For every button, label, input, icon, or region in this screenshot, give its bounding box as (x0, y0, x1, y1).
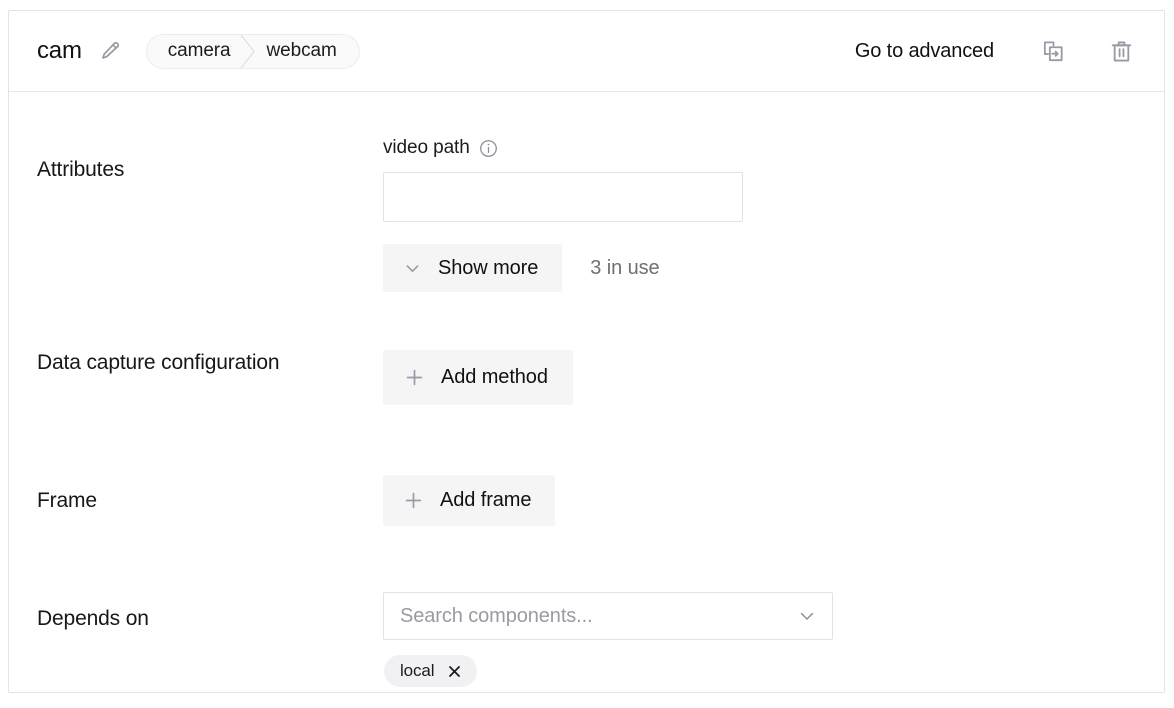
go-to-advanced-button[interactable]: Go to advanced (855, 40, 994, 63)
card-header: cam camera webcam Go to advanced (9, 11, 1164, 92)
trash-icon (1109, 39, 1134, 64)
attributes-content: video path Show more 3 in use (383, 137, 1136, 292)
chip-label: local (400, 661, 435, 680)
info-icon[interactable] (479, 139, 498, 158)
add-frame-button[interactable]: Add frame (383, 475, 556, 526)
in-use-count: 3 in use (590, 256, 660, 279)
video-path-input[interactable] (383, 172, 743, 222)
section-frame: Frame Add frame (9, 475, 1164, 526)
breadcrumb-separator-icon (237, 34, 259, 68)
list-item: local (384, 655, 478, 687)
section-label-depends-on: Depends on (37, 607, 149, 630)
video-path-label: video path (383, 137, 470, 158)
component-config-card: cam camera webcam Go to advanced Attribu… (8, 10, 1165, 693)
plus-icon (403, 490, 424, 511)
section-depends-on: Depends on Search components... local (9, 592, 1164, 687)
duplicate-icon (1041, 39, 1066, 64)
section-label-attributes: Attributes (37, 158, 125, 181)
data-capture-content: Add method (383, 346, 1136, 405)
section-label-frame: Frame (37, 489, 97, 512)
chevron-down-icon (797, 606, 817, 626)
section-data-capture: Data capture configuration Add method (9, 346, 1164, 405)
show-more-label: Show more (438, 256, 539, 279)
depends-on-content: Search components... local (383, 592, 1136, 687)
breadcrumb[interactable]: camera webcam (145, 33, 360, 69)
frame-content: Add frame (383, 475, 1136, 526)
close-icon (447, 664, 462, 679)
page-title: cam (37, 37, 82, 64)
add-frame-label: Add frame (440, 489, 532, 511)
chip-remove-button[interactable] (447, 664, 462, 679)
delete-button[interactable] (1100, 30, 1142, 72)
chevron-down-icon (403, 259, 422, 278)
duplicate-button[interactable] (1032, 30, 1074, 72)
search-components-placeholder: Search components... (400, 604, 593, 627)
plus-icon (404, 367, 425, 388)
card-body: Attributes video path Show more 3 in use… (9, 137, 1164, 687)
section-attributes: Attributes video path Show more 3 in use (9, 137, 1164, 292)
pencil-icon (99, 40, 121, 62)
video-path-label-line: video path (383, 137, 1136, 159)
section-label-data-capture: Data capture configuration (37, 351, 280, 374)
add-method-label: Add method (441, 366, 548, 388)
depends-on-chip-list: local (383, 655, 1136, 687)
add-method-button[interactable]: Add method (383, 350, 573, 405)
show-more-line: Show more 3 in use (383, 244, 1136, 292)
breadcrumb-item-camera[interactable]: camera (147, 35, 237, 68)
show-more-button[interactable]: Show more (383, 244, 563, 292)
header-actions: Go to advanced (855, 30, 1142, 72)
search-components-select[interactable]: Search components... (383, 592, 833, 640)
breadcrumb-item-webcam[interactable]: webcam (259, 35, 359, 68)
edit-name-button[interactable] (96, 37, 124, 65)
